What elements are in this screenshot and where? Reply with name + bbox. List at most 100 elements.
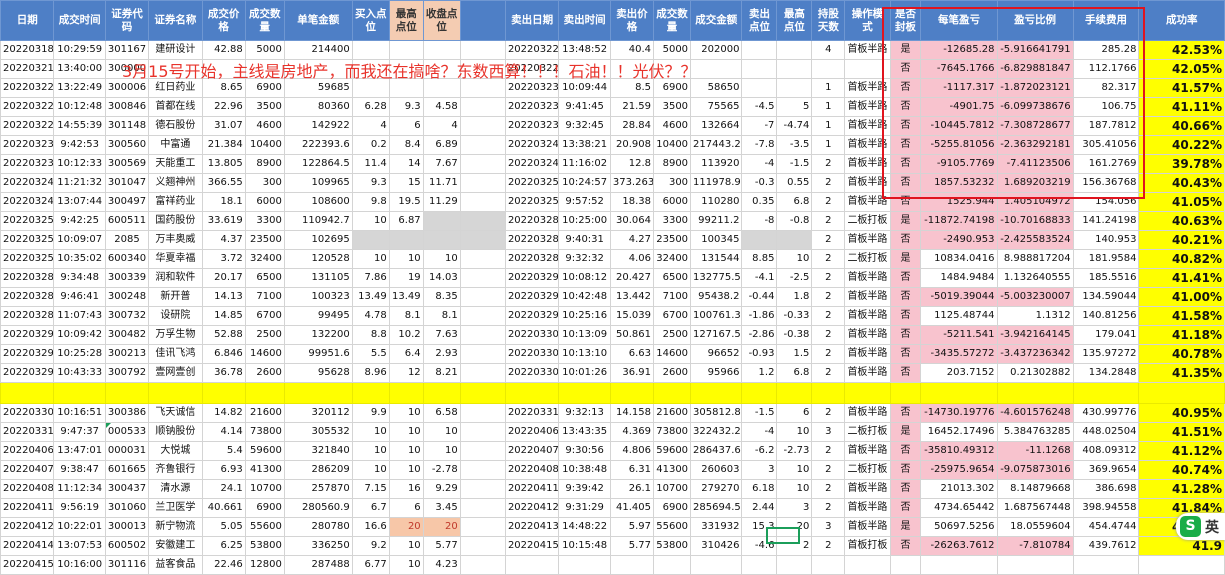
table-cell[interactable]: 301116 <box>104 555 150 575</box>
table-cell[interactable] <box>422 230 461 250</box>
column-header[interactable]: 持股天数 <box>811 0 846 41</box>
table-cell[interactable]: 20 <box>388 517 424 537</box>
table-cell[interactable]: 2 <box>811 230 846 250</box>
table-cell[interactable]: -1.86 <box>741 306 778 326</box>
table-cell[interactable]: -35810.49312 <box>920 441 998 461</box>
table-cell[interactable]: 20220325 <box>504 192 560 212</box>
table-cell[interactable]: 8.14879668 <box>996 479 1074 499</box>
table-cell[interactable] <box>776 78 813 98</box>
table-cell[interactable]: 13:40:00 <box>53 59 106 79</box>
column-header[interactable]: 卖出点位 <box>741 0 778 41</box>
table-cell[interactable]: 13.49 <box>388 287 424 307</box>
table-cell[interactable]: 10 <box>388 460 424 480</box>
table-cell[interactable]: 20220322 <box>0 116 55 136</box>
table-cell[interactable] <box>388 230 424 250</box>
table-cell[interactable]: 5.5 <box>351 344 390 364</box>
table-cell[interactable]: 9.29 <box>422 479 461 499</box>
table-cell[interactable]: 40.22% <box>1138 135 1225 155</box>
table-cell[interactable]: 10:35:02 <box>53 249 106 269</box>
column-header[interactable]: 卖出日期 <box>504 0 560 41</box>
table-cell[interactable]: 益客食品 <box>148 555 203 575</box>
table-cell[interactable]: 96652 <box>690 344 743 364</box>
table-cell[interactable]: 99495 <box>283 306 353 326</box>
table-cell[interactable]: 20220413 <box>504 517 560 537</box>
table-cell[interactable]: 41.11% <box>1138 97 1225 117</box>
table-cell[interactable]: -4.1 <box>741 268 778 288</box>
table-cell[interactable]: 11:21:32 <box>53 173 106 193</box>
table-cell[interactable]: 2600 <box>653 363 692 383</box>
table-cell[interactable]: 5.77 <box>422 536 461 556</box>
table-cell[interactable]: 20220323 <box>504 97 560 117</box>
table-cell[interactable]: 9:30:56 <box>558 441 611 461</box>
table-cell[interactable]: 13.442 <box>609 287 655 307</box>
table-cell[interactable]: 2 <box>811 211 846 231</box>
table-cell[interactable]: 3300 <box>653 211 692 231</box>
table-cell[interactable]: 20220325 <box>0 249 55 269</box>
table-cell[interactable]: 20220322 <box>504 40 560 60</box>
table-cell[interactable]: -4 <box>741 154 778 174</box>
table-cell[interactable]: 20220329 <box>0 325 55 345</box>
column-header[interactable]: 最高点位 <box>776 0 813 41</box>
table-cell[interactable]: 20220408 <box>0 479 55 499</box>
table-cell[interactable]: 9:32:32 <box>558 249 611 269</box>
table-cell[interactable]: 13.805 <box>201 154 246 174</box>
table-cell[interactable]: 300482 <box>104 325 150 345</box>
table-cell[interactable]: 首板半路 <box>844 517 891 537</box>
table-cell[interactable]: 9.2 <box>351 536 390 556</box>
table-cell[interactable]: 安徽建工 <box>148 536 203 556</box>
table-cell[interactable]: 40.43% <box>1138 173 1225 193</box>
table-cell[interactable]: 52.88 <box>201 325 246 345</box>
table-cell[interactable]: 10:12:48 <box>53 97 106 117</box>
table-cell[interactable]: 12 <box>388 363 424 383</box>
table-cell[interactable]: 55600 <box>653 517 692 537</box>
column-header[interactable]: 证券代码 <box>104 0 150 41</box>
table-cell[interactable]: 95628 <box>283 363 353 383</box>
table-cell[interactable]: 10 <box>351 422 390 442</box>
table-cell[interactable]: 20220329 <box>0 363 55 383</box>
table-cell[interactable]: 120528 <box>283 249 353 269</box>
table-cell[interactable]: 4.06 <box>609 249 655 269</box>
table-cell[interactable]: 73800 <box>653 422 692 442</box>
table-cell[interactable]: 10:22:01 <box>53 517 106 537</box>
table-cell[interactable] <box>422 40 461 60</box>
table-cell[interactable]: 10:01:26 <box>558 363 611 383</box>
table-cell[interactable]: 21600 <box>653 403 692 423</box>
table-cell[interactable]: 1.687567448 <box>996 498 1074 518</box>
table-cell[interactable]: 300732 <box>104 306 150 326</box>
table-cell[interactable]: 373.263 <box>609 173 655 193</box>
table-cell[interactable]: 20220411 <box>0 498 55 518</box>
table-cell[interactable]: 否 <box>889 306 922 326</box>
table-cell[interactable]: 10:16:00 <box>53 555 106 575</box>
table-cell[interactable]: 11:07:43 <box>53 306 106 326</box>
table-cell[interactable]: 4.369 <box>609 422 655 442</box>
table-cell[interactable]: 13.49 <box>351 287 390 307</box>
table-cell[interactable]: 4 <box>811 40 846 60</box>
table-cell[interactable] <box>459 97 506 117</box>
table-cell[interactable]: 6900 <box>653 498 692 518</box>
table-cell[interactable]: 110942.7 <box>283 211 353 231</box>
table-cell[interactable]: -4 <box>741 422 778 442</box>
table-cell[interactable]: 20220407 <box>504 441 560 461</box>
table-cell[interactable]: 2 <box>811 173 846 193</box>
table-cell[interactable] <box>459 116 506 136</box>
table-cell[interactable] <box>741 40 778 60</box>
table-cell[interactable]: 首板半路 <box>844 363 891 383</box>
table-cell[interactable]: 9:47:37 <box>53 422 106 442</box>
table-cell[interactable]: 7.67 <box>422 154 461 174</box>
table-cell[interactable]: 20.908 <box>609 135 655 155</box>
table-cell[interactable]: 14600 <box>653 344 692 364</box>
table-cell[interactable]: 20220330 <box>504 363 560 383</box>
table-cell[interactable]: 2 <box>811 249 846 269</box>
table-cell[interactable]: 10:09:42 <box>53 325 106 345</box>
table-cell[interactable]: 95966 <box>690 363 743 383</box>
table-cell[interactable]: 600511 <box>104 211 150 231</box>
table-cell[interactable]: 国药股份 <box>148 211 203 231</box>
table-cell[interactable]: 7.15 <box>351 479 390 499</box>
table-cell[interactable]: 14 <box>388 154 424 174</box>
table-cell[interactable]: 1.132640555 <box>996 268 1074 288</box>
table-cell[interactable]: 否 <box>889 363 922 383</box>
table-cell[interactable]: 9:32:13 <box>558 403 611 423</box>
table-cell[interactable]: 6.8 <box>776 363 813 383</box>
table-cell[interactable]: -11.1268 <box>996 441 1074 461</box>
table-cell[interactable]: 141.24198 <box>1072 211 1140 231</box>
